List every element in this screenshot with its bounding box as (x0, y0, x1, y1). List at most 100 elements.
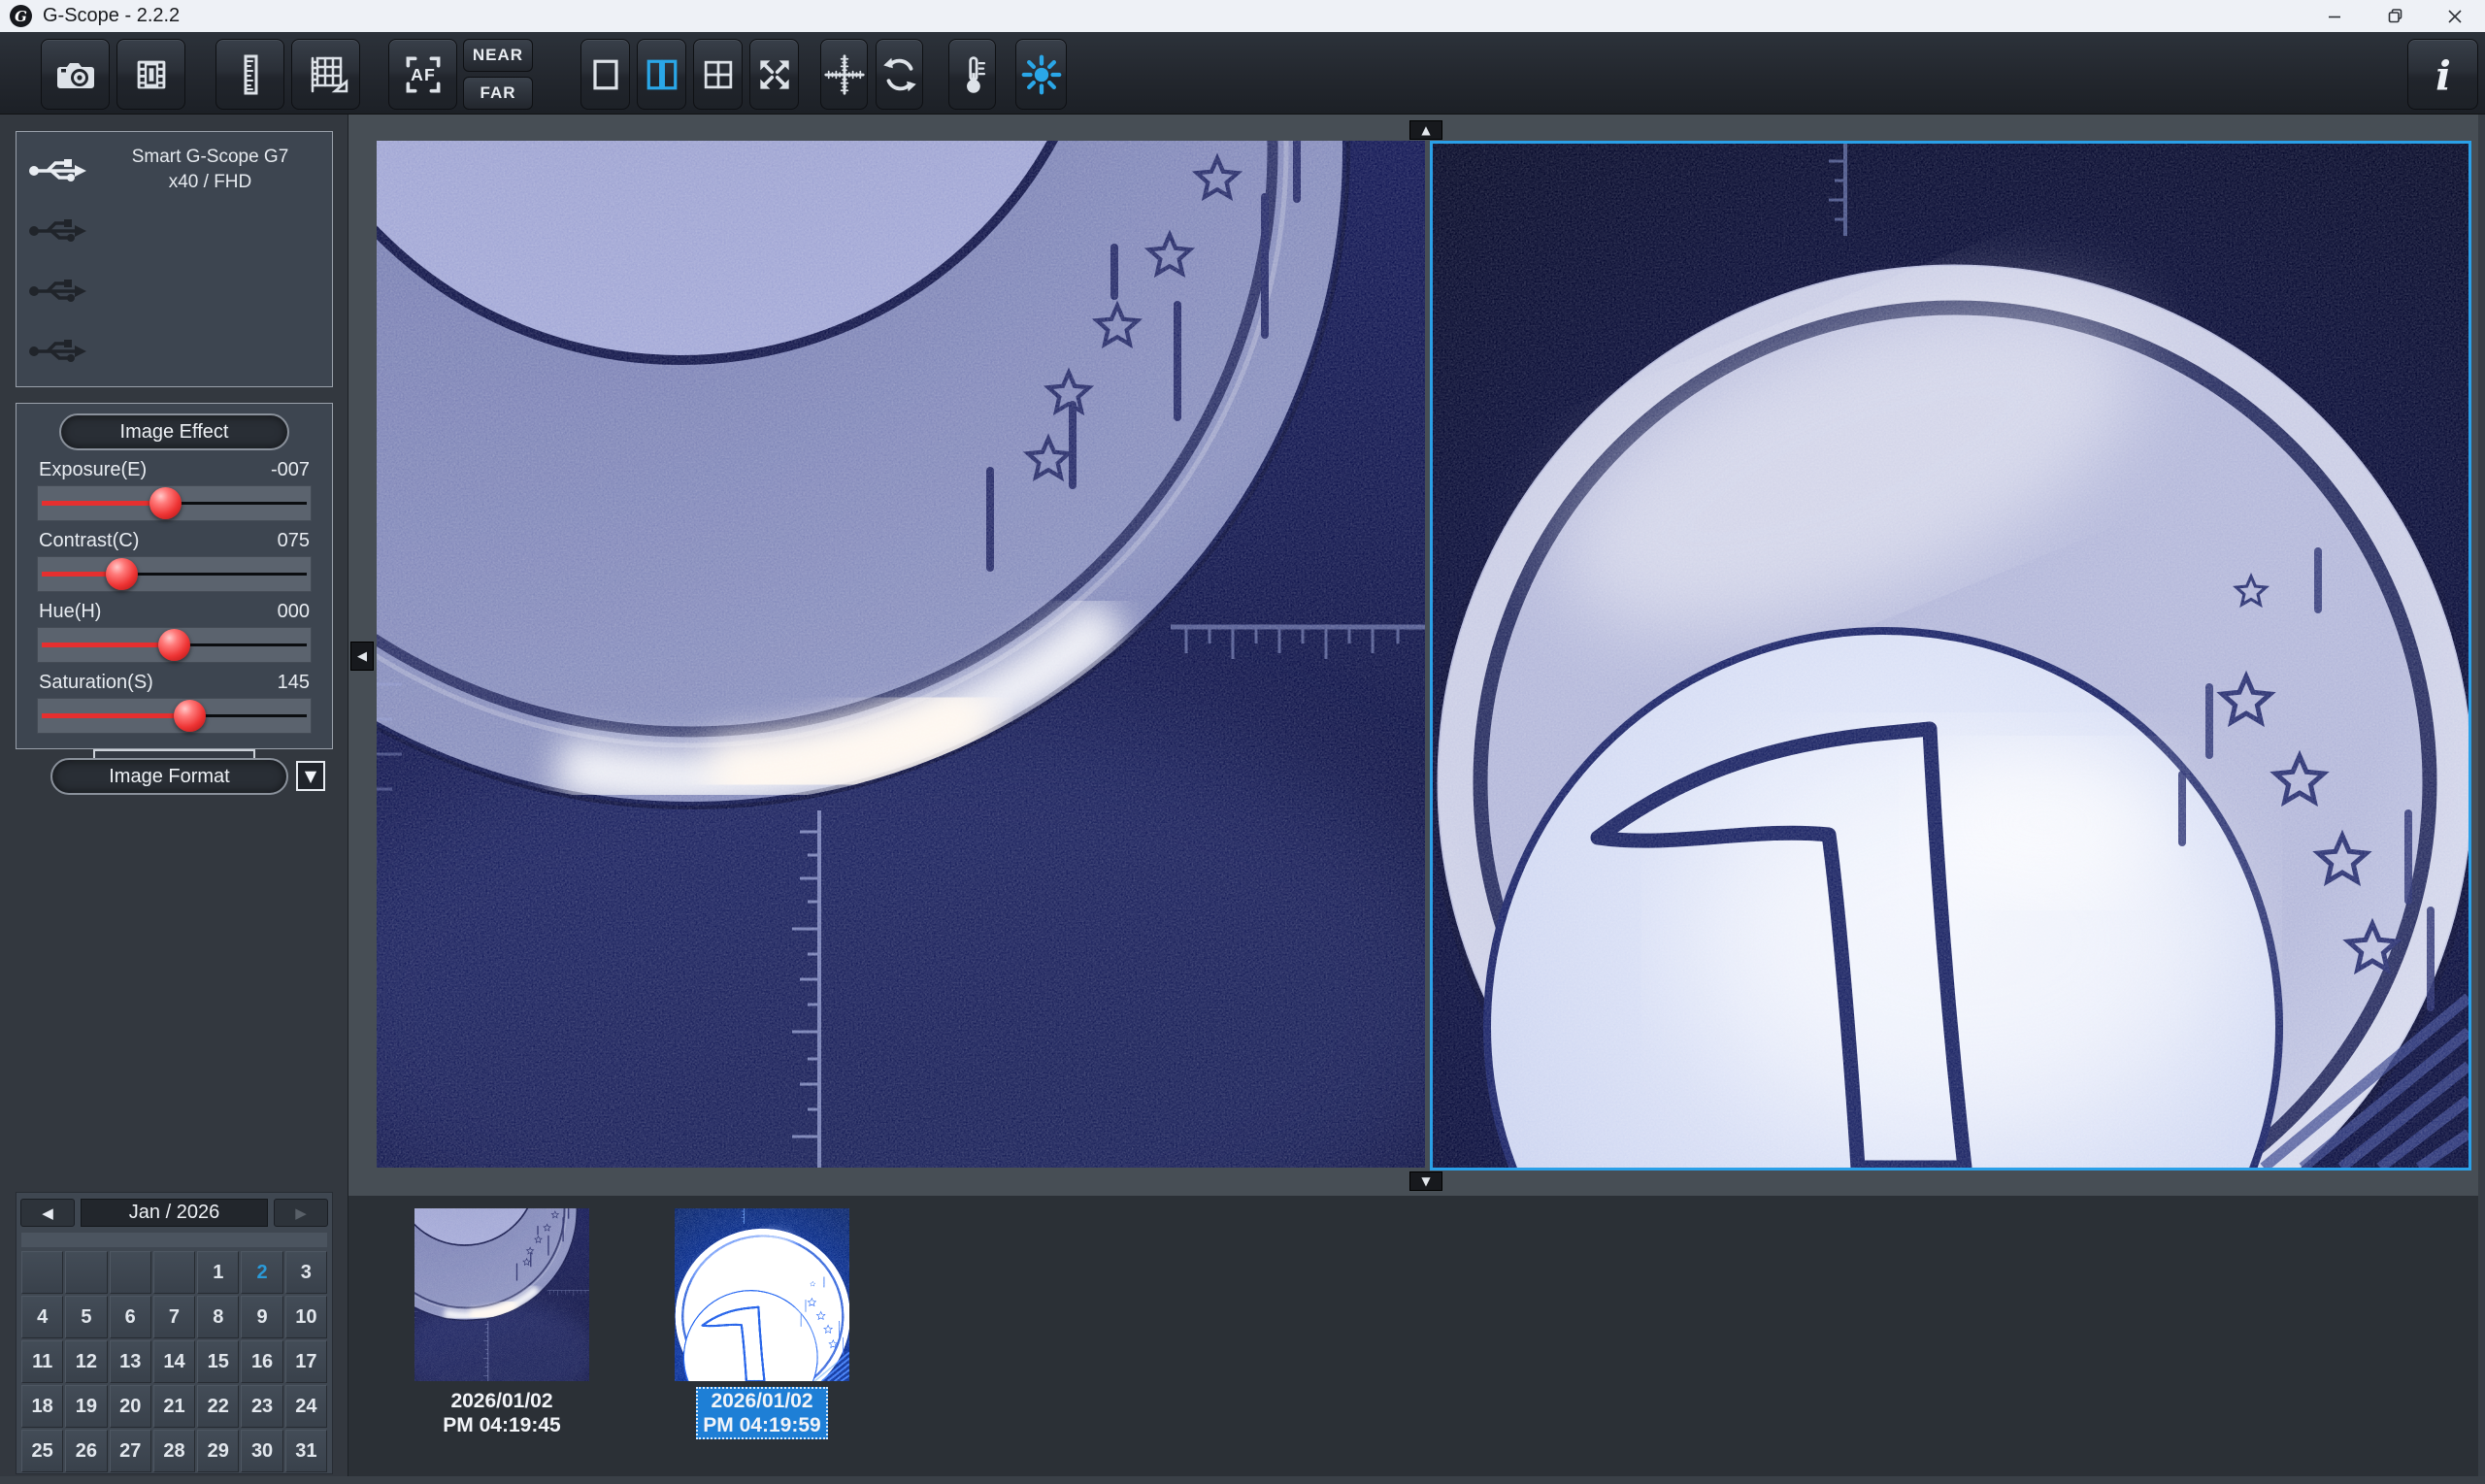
calendar-day[interactable]: 29 (197, 1430, 239, 1472)
dual-view-icon (641, 53, 683, 96)
autofocus-button[interactable]: AF (388, 39, 457, 110)
temperature-button[interactable] (948, 39, 996, 110)
gallery-thumbnail[interactable] (675, 1208, 849, 1381)
close-button[interactable] (2425, 0, 2485, 32)
calendar-day[interactable]: 4 (21, 1296, 63, 1338)
image-effect-header[interactable]: Image Effect (59, 413, 289, 450)
fullscreen-button[interactable] (749, 39, 799, 110)
calendar-day[interactable]: 30 (241, 1430, 282, 1472)
calendar-day[interactable] (21, 1251, 63, 1294)
calendar-day[interactable]: 28 (153, 1430, 195, 1472)
title-bar: G G-Scope - 2.2.2 (0, 0, 2485, 32)
calendar-day[interactable]: 12 (65, 1340, 107, 1383)
collapse-left-button[interactable]: ◀ (350, 642, 374, 671)
capture-photo-button[interactable] (41, 39, 110, 110)
calendar-day[interactable] (153, 1251, 195, 1294)
coin-one-image (1433, 144, 2468, 1168)
measure-button[interactable] (215, 39, 284, 110)
film-icon (129, 52, 174, 97)
slider-value: 075 (278, 530, 310, 552)
window-bottom-edge (0, 1476, 2485, 1484)
record-video-button[interactable] (116, 39, 185, 110)
live-view-pane-2-selected[interactable] (1430, 141, 2471, 1171)
calendar-day[interactable]: 9 (241, 1296, 282, 1338)
single-view-button[interactable] (580, 39, 630, 110)
calendar-day[interactable]: 1 (197, 1251, 239, 1294)
calendar-day[interactable] (110, 1251, 151, 1294)
slider-label: Contrast(C) (39, 530, 139, 552)
slider-value: -007 (271, 459, 310, 481)
calendar-next-button[interactable]: ▶ (274, 1199, 328, 1227)
calendar-day[interactable]: 19 (65, 1385, 107, 1428)
calendar-day[interactable]: 10 (285, 1296, 327, 1338)
focus-near-button[interactable]: NEAR (463, 39, 533, 72)
slider-thumb[interactable] (158, 629, 190, 661)
live-view-pane-1[interactable] (377, 141, 1425, 1168)
calendar-day[interactable]: 20 (110, 1385, 151, 1428)
quad-view-icon (697, 53, 740, 96)
focus-far-button[interactable]: FAR (463, 77, 533, 110)
calendar-day[interactable]: 11 (21, 1340, 63, 1383)
gallery-item-label-selected[interactable]: 2026/01/02 PM 04:19:59 (696, 1387, 827, 1439)
device-item-empty[interactable] (22, 260, 326, 320)
device-item-active[interactable]: Smart G-Scope G7 x40 / FHD (22, 140, 326, 200)
calendar-day-selected[interactable]: 2 (241, 1251, 282, 1294)
calendar-day[interactable]: 23 (241, 1385, 282, 1428)
slider-thumb[interactable] (149, 487, 182, 519)
slider-label: Hue(H) (39, 601, 101, 623)
collapse-up-button[interactable]: ▲ (1409, 120, 1442, 140)
info-button[interactable]: i (2407, 39, 2478, 110)
hue-slider[interactable] (37, 627, 312, 663)
exposure-slider[interactable] (37, 485, 312, 521)
image-format-button[interactable]: Image Format (50, 758, 288, 795)
chevron-down-icon: ▼ (305, 767, 316, 785)
calendar-day[interactable]: 3 (285, 1251, 327, 1294)
calendar-day[interactable]: 6 (110, 1296, 151, 1338)
calendar-day[interactable]: 26 (65, 1430, 107, 1472)
gallery-item: 2026/01/02 PM 04:19:45 (395, 1208, 609, 1439)
calendar-day[interactable]: 8 (197, 1296, 239, 1338)
calendar-month-label: Jan / 2026 (81, 1199, 268, 1227)
calibration-button[interactable] (291, 39, 360, 110)
calendar-day[interactable]: 31 (285, 1430, 327, 1472)
minimize-button[interactable] (2304, 0, 2365, 32)
crosshair-button[interactable] (820, 39, 868, 110)
calendar-day[interactable]: 17 (285, 1340, 327, 1383)
calendar-day[interactable]: 22 (197, 1385, 239, 1428)
calendar-day[interactable]: 13 (110, 1340, 151, 1383)
af-label: AF (411, 65, 436, 84)
calendar-day[interactable]: 7 (153, 1296, 195, 1338)
arrow-down-icon: ▼ (1421, 1174, 1430, 1188)
calendar-day[interactable]: 5 (65, 1296, 107, 1338)
gallery-item-label[interactable]: 2026/01/02 PM 04:19:45 (436, 1387, 567, 1439)
calendar-prev-button[interactable]: ◀ (20, 1199, 75, 1227)
device-item-empty[interactable] (22, 320, 326, 380)
image-format-row: Image Format ▼ (16, 755, 333, 798)
image-format-dropdown-button[interactable]: ▼ (296, 761, 325, 791)
usb-icon (22, 211, 94, 249)
arrow-up-icon: ▲ (1421, 123, 1430, 137)
gallery-thumbnail[interactable] (414, 1208, 589, 1381)
calendar-day[interactable]: 24 (285, 1385, 327, 1428)
calendar-day[interactable]: 27 (110, 1430, 151, 1472)
contrast-slider[interactable] (37, 556, 312, 592)
calendar-day[interactable]: 21 (153, 1385, 195, 1428)
app-logo-icon: G (10, 5, 32, 27)
calendar-day[interactable]: 16 (241, 1340, 282, 1383)
saturation-slider[interactable] (37, 698, 312, 734)
calendar-day[interactable]: 15 (197, 1340, 239, 1383)
quad-view-button[interactable] (693, 39, 743, 110)
calendar-day[interactable]: 25 (21, 1430, 63, 1472)
rotate-button[interactable] (876, 39, 923, 110)
collapse-down-button[interactable]: ▼ (1409, 1171, 1442, 1191)
device-item-empty[interactable] (22, 200, 326, 260)
brightness-button[interactable] (1015, 39, 1067, 110)
restore-button[interactable] (2365, 0, 2425, 32)
dual-view-button[interactable] (637, 39, 686, 110)
calendar-day[interactable]: 14 (153, 1340, 195, 1383)
calendar-day[interactable] (65, 1251, 107, 1294)
calendar-day[interactable]: 18 (21, 1385, 63, 1428)
slider-thumb[interactable] (174, 700, 206, 732)
ruler-icon (227, 51, 274, 98)
slider-thumb[interactable] (106, 558, 138, 590)
